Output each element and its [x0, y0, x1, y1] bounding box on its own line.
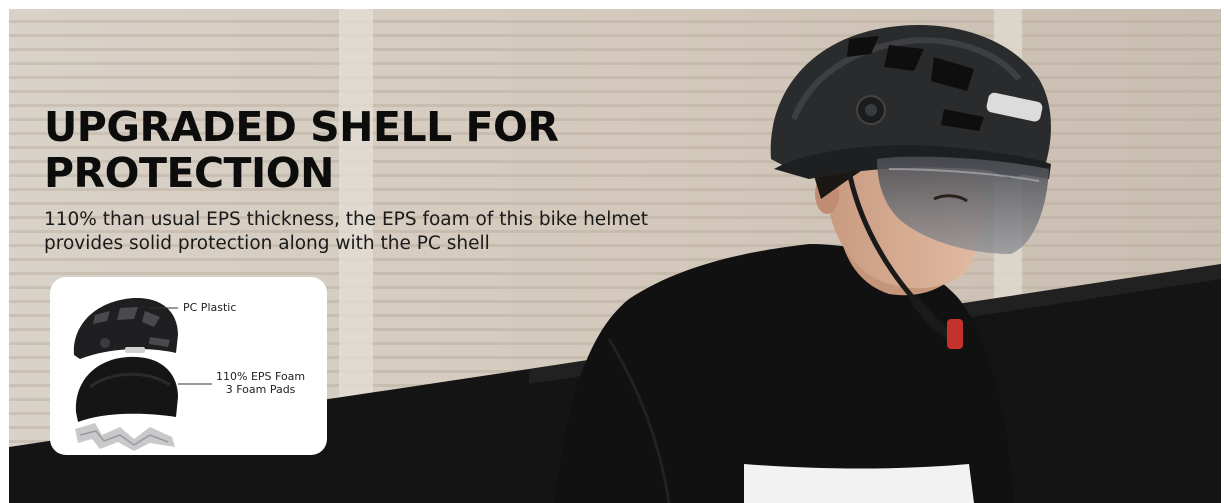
- foam-pads-layer: [75, 423, 175, 451]
- feature-description: 110% than usual EPS thickness, the EPS f…: [44, 209, 648, 254]
- pc-plastic-label: PC Plastic: [183, 301, 237, 314]
- product-banner: UPGRADED SHELL FOR PROTECTION 110% than …: [9, 9, 1221, 503]
- pc-shell-layer: [73, 297, 178, 359]
- eps-foam-label-line1: 110% EPS Foam: [216, 370, 306, 383]
- eps-foam-layer: [75, 356, 178, 422]
- eps-foam-label-line2: 3 Foam Pads: [225, 383, 296, 396]
- eps-foam-label: 110% EPS Foam 3 Foam Pads: [216, 370, 305, 396]
- helmet-layers-inset: PC Plastic 110% EPS Foam 3 Foam Pads: [50, 277, 327, 455]
- headline: UPGRADED SHELL FOR PROTECTION: [44, 103, 559, 197]
